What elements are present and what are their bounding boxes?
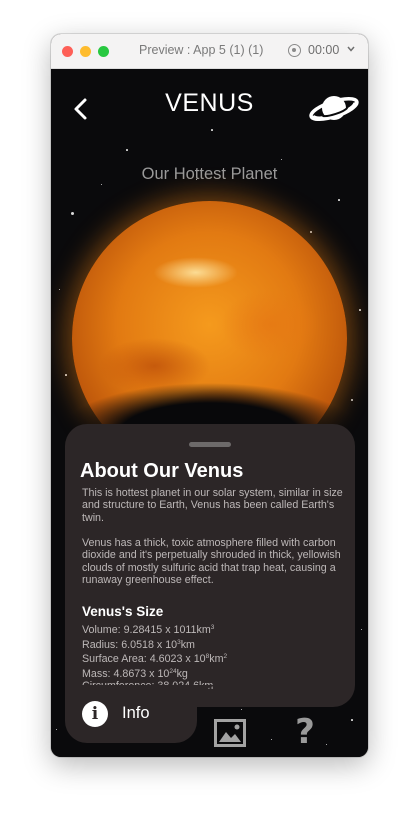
volume-unit-exponent: 3: [210, 624, 215, 631]
star: [101, 184, 102, 185]
help-icon[interactable]: ?: [287, 714, 323, 750]
surface-area-stat: Surface Area: 4.6023 x 108km2: [82, 651, 227, 666]
volume-stat: Volume: 9.28415 x 1011km3: [82, 622, 227, 637]
mass-label: Mass:: [82, 667, 114, 680]
star: [241, 709, 242, 710]
radius-value: 6.0518 x 10: [121, 638, 178, 651]
saturn-icon[interactable]: [307, 89, 361, 129]
star: [326, 744, 327, 745]
surface-unit: km: [209, 653, 224, 666]
surface-label: Surface Area:: [82, 653, 150, 666]
star: [71, 212, 74, 215]
star: [359, 309, 361, 311]
about-heading: About Our Venus: [80, 460, 244, 482]
surface-value: 4.6023 x 10: [149, 653, 206, 666]
volume-value: 9.28415 x 1011km: [123, 624, 211, 636]
mass-unit: kg: [176, 667, 188, 680]
size-list: Volume: 9.28415 x 1011km3 Radius: 6.0518…: [82, 622, 227, 693]
tab-info[interactable]: i Info: [65, 685, 197, 743]
star: [338, 199, 340, 201]
radius-label: Radius:: [82, 638, 122, 651]
about-paragraph: This is hottest planet in our solar syst…: [82, 487, 343, 524]
size-heading: Venus's Size: [82, 604, 164, 619]
mass-stat: Mass: 4.8673 x 1024kg: [82, 666, 227, 681]
app-screen: VENUS Our Hottest Planet About Our Venus…: [51, 69, 368, 757]
radius-stat: Radius: 6.0518 x 103km: [82, 637, 227, 652]
atmosphere-paragraph: Venus has a thick, toxic atmosphere fill…: [82, 537, 341, 587]
star: [59, 289, 60, 290]
star: [211, 129, 213, 131]
minimize-window-button[interactable]: [80, 46, 91, 57]
record-icon[interactable]: [288, 44, 301, 57]
timer-label[interactable]: 00:00: [308, 43, 339, 57]
page-subtitle: Our Hottest Planet: [141, 165, 278, 183]
window-title: Preview : App 5 (1) (1): [139, 43, 264, 57]
maximize-window-button[interactable]: [98, 46, 109, 57]
star: [281, 159, 282, 160]
star: [56, 729, 57, 730]
mass-value: 4.8673 x 10: [113, 667, 170, 680]
close-window-button[interactable]: [62, 46, 73, 57]
star: [310, 231, 312, 233]
chevron-down-icon[interactable]: [347, 46, 355, 52]
info-card: About Our Venus This is hottest planet i…: [65, 424, 355, 707]
star: [271, 739, 272, 740]
title-bar: Preview : App 5 (1) (1) 00:00: [51, 34, 368, 69]
star: [361, 629, 362, 630]
drag-handle[interactable]: [189, 442, 231, 447]
star: [351, 719, 353, 721]
surface-unit-exponent: 2: [223, 653, 228, 661]
star: [126, 149, 128, 151]
tab-corner-joint: [197, 685, 219, 707]
volume-label: Volume:: [82, 624, 124, 636]
tab-info-label: Info: [122, 704, 150, 722]
app-window: Preview : App 5 (1) (1) 00:00 VENUS Our …: [51, 34, 368, 757]
radius-unit: km: [180, 638, 195, 651]
info-icon: i: [82, 701, 108, 727]
mass-exponent: 24: [169, 667, 177, 675]
gallery-icon[interactable]: [214, 719, 246, 747]
